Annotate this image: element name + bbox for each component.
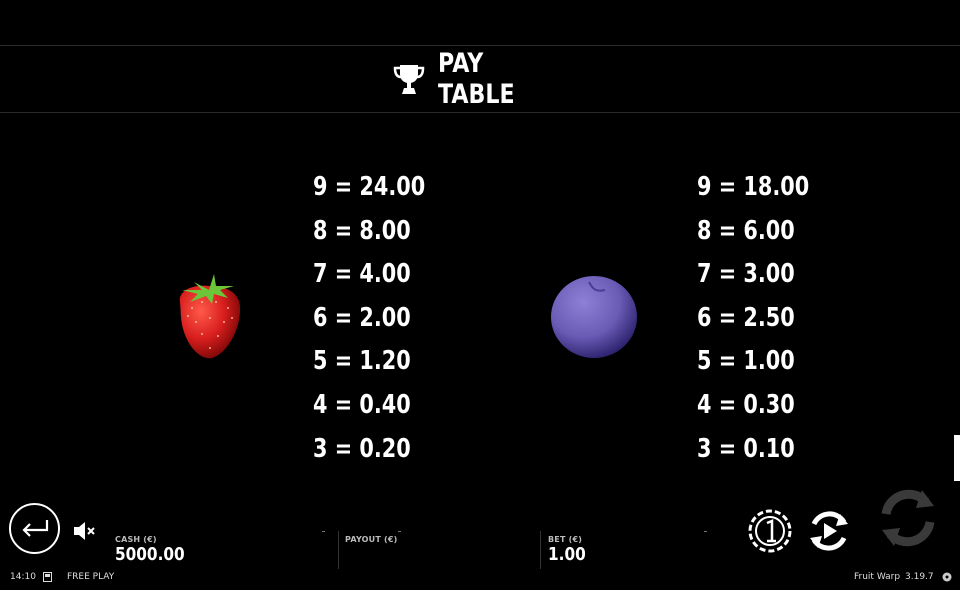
- payout-row: 3 = 0.10: [697, 433, 795, 464]
- payout-row: 7 = 4.00: [313, 259, 411, 290]
- payout-row: 4 = 0.30: [697, 389, 795, 420]
- bet-value: 1.00: [548, 544, 586, 565]
- plum-symbol-icon: [551, 276, 637, 358]
- divider: [540, 531, 541, 569]
- coin-value-icon[interactable]: [748, 509, 792, 553]
- payout-row: 8 = 6.00: [697, 215, 795, 246]
- plum-payout-list: 9 = 18.00 8 = 6.00 7 = 3.00 6 = 2.50 5 =…: [697, 172, 837, 477]
- strawberry-symbol-icon: [179, 274, 241, 359]
- payout-row: 5 = 1.20: [313, 346, 411, 377]
- back-button[interactable]: [9, 503, 60, 554]
- payout-row: 7 = 3.00: [697, 259, 795, 290]
- payout-row: 3 = 0.20: [313, 433, 411, 464]
- payout-label: PAYOUT (€): [345, 535, 398, 544]
- trophy-icon: [393, 65, 425, 94]
- autoplay-icon[interactable]: [806, 508, 852, 554]
- clock: 14:10: [10, 572, 36, 582]
- bar-tick: [398, 531, 401, 532]
- back-arrow-icon: [21, 519, 48, 537]
- spin-icon[interactable]: [876, 486, 940, 550]
- payout-row: 9 = 18.00: [697, 172, 810, 202]
- speaker-muted-icon[interactable]: [72, 520, 96, 542]
- payout-row: 5 = 1.00: [697, 346, 795, 377]
- payout-row: 9 = 24.00: [313, 172, 426, 202]
- bar-tick: [704, 531, 707, 532]
- bar-tick: [322, 531, 325, 532]
- settings-icon[interactable]: [942, 572, 952, 582]
- bet-label: BET (€): [548, 535, 583, 544]
- game-name: Fruit Warp: [854, 572, 901, 582]
- pay-table-header: PAY TABLE: [0, 46, 960, 112]
- history-icon[interactable]: [43, 572, 52, 582]
- payout-row: 6 = 2.00: [313, 302, 411, 333]
- payout-row: 8 = 8.00: [313, 215, 411, 246]
- cash-value: 5000.00: [115, 544, 185, 565]
- play-mode: FREE PLAY: [67, 572, 115, 582]
- side-panel-tab[interactable]: [954, 435, 960, 481]
- game-version: 3.19.7: [905, 572, 934, 582]
- payout-row: 4 = 0.40: [313, 389, 411, 420]
- payout-row: 6 = 2.50: [697, 302, 795, 333]
- page-title: PAY TABLE: [438, 48, 515, 110]
- strawberry-payout-list: 9 = 24.00 8 = 8.00 7 = 4.00 6 = 2.00 5 =…: [313, 172, 453, 477]
- header-bottom-border: [0, 112, 960, 113]
- divider: [338, 531, 339, 569]
- cash-label: CASH (€): [115, 535, 157, 544]
